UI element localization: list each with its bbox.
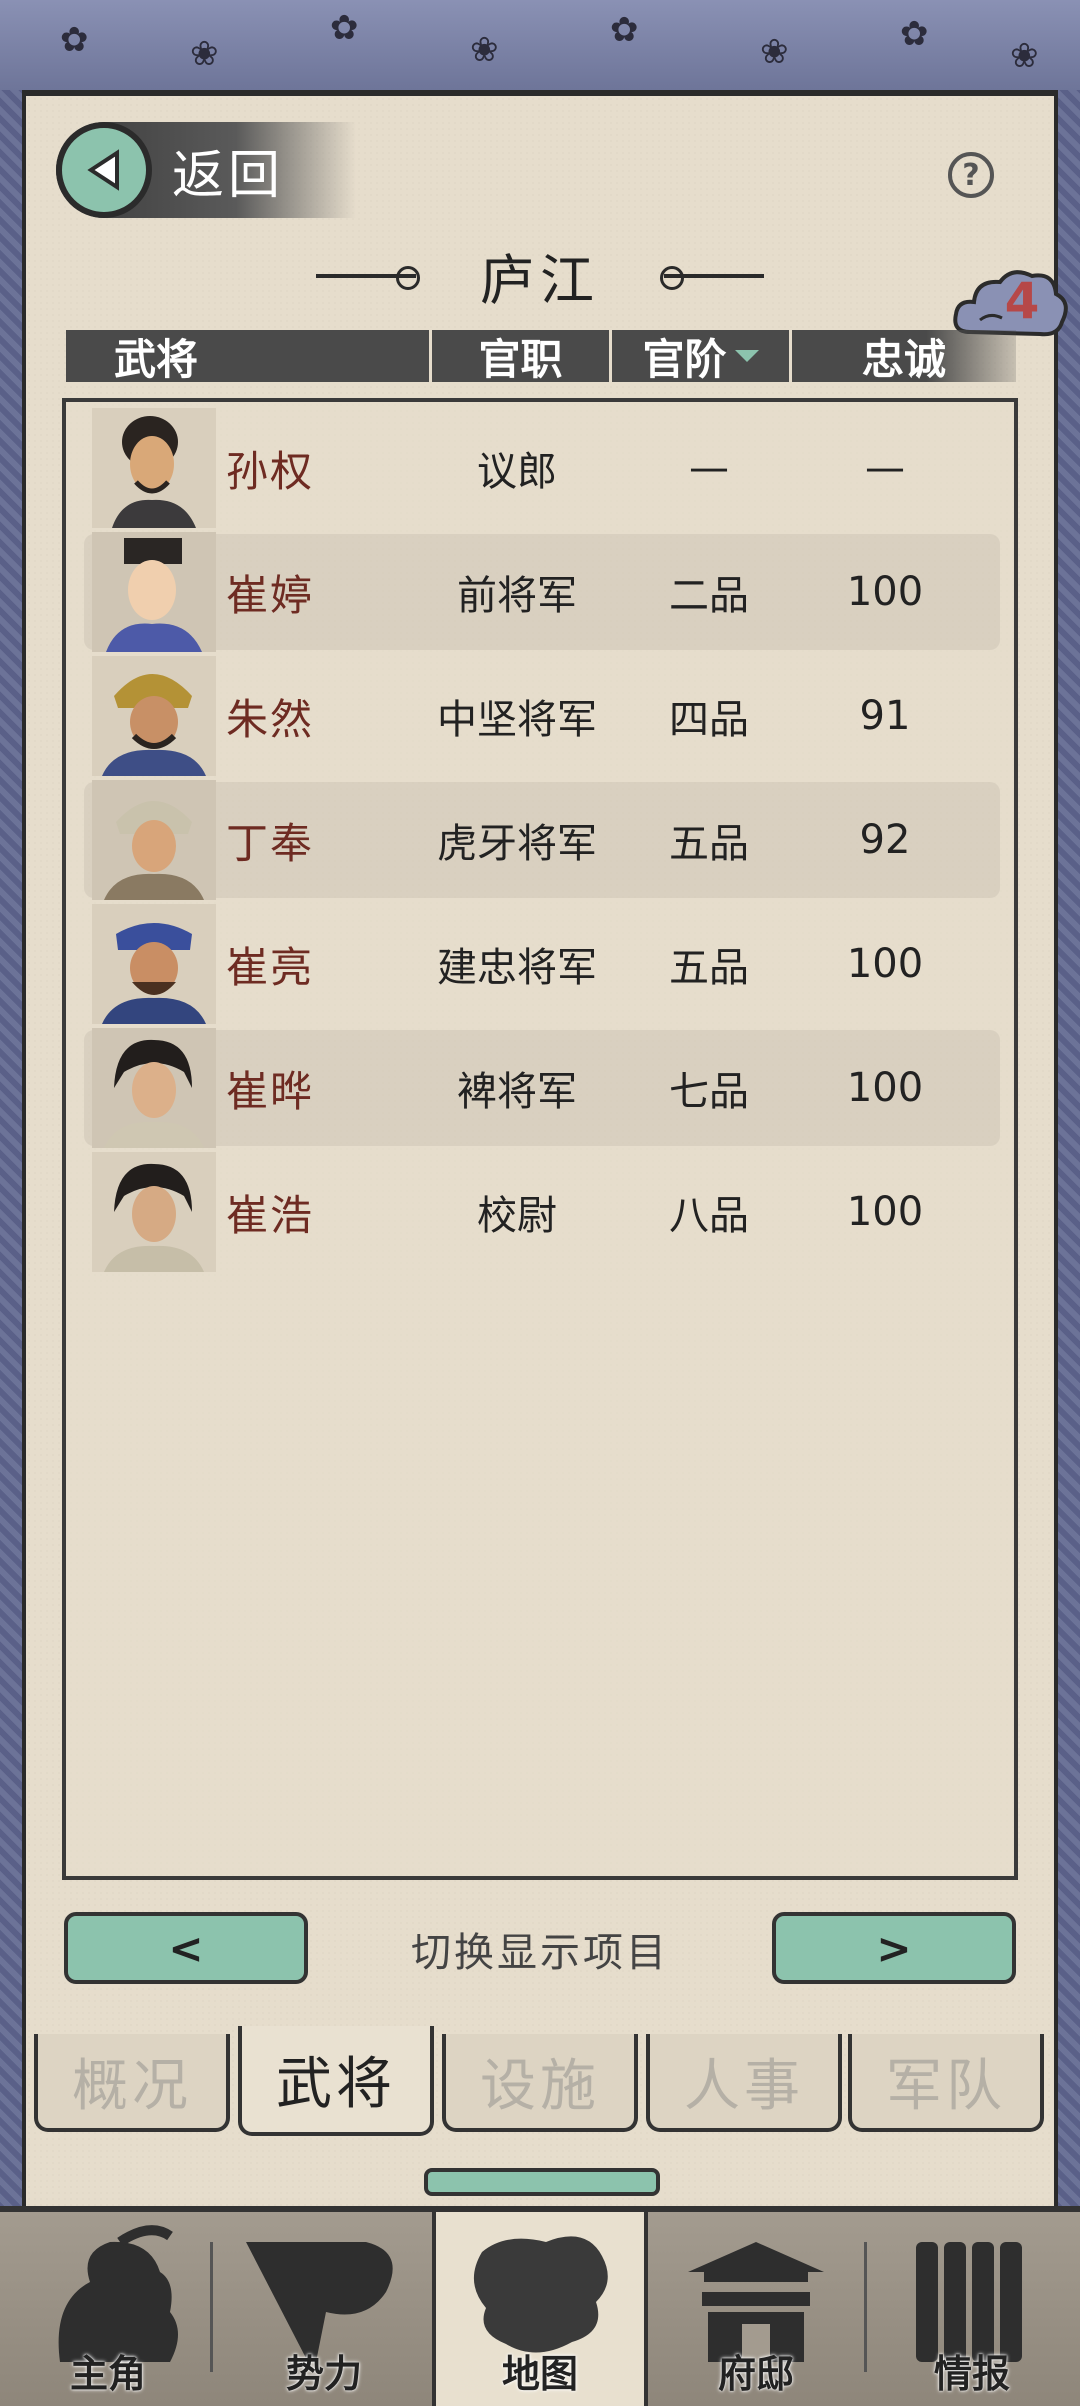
general-rank: 五品 [669,945,749,991]
next-columns-button[interactable]: > [772,1912,1016,1984]
column-rank-label: 官阶 [642,334,727,384]
column-loyalty-label: 忠诚 [861,334,946,384]
general-rank: 七品 [669,1069,749,1115]
bottom-navigation: 主角 势力 地图 府邸 情报 [0,2206,1080,2406]
general-loyalty: 100 [846,941,924,987]
portrait-avatar [92,408,216,528]
general-name: 崔浩 [226,1190,315,1240]
general-rank: 八品 [669,1193,749,1239]
flower-ornament-icon: ✿ [330,8,359,48]
general-office: 虎牙将军 [437,821,597,867]
column-header: 武将 官职 官阶 忠诚 [66,330,1016,384]
general-name: 崔婷 [226,570,315,620]
nav-faction[interactable]: 势力 [216,2212,432,2406]
general-name: 朱然 [226,694,315,744]
column-loyalty[interactable]: 忠诚 [792,330,1016,384]
table-row[interactable]: 崔晔 裨将军 七品 100 [84,1028,1000,1148]
general-name: 孙权 [226,446,315,496]
sort-descending-icon [734,350,759,362]
flower-ornament-icon: ❀ [1010,36,1039,76]
general-loyalty: 100 [846,1065,924,1111]
general-loyalty: 91 [859,693,911,739]
right-frame [1054,90,1080,2210]
general-office: 中坚将军 [437,697,597,743]
nav-intel[interactable]: 情报 [864,2212,1080,2406]
tab-personnel[interactable]: 人事 [646,2034,842,2132]
general-office: 裨将军 [457,1069,577,1115]
general-office: 议郎 [477,449,557,495]
column-general[interactable]: 武将 [66,330,432,384]
flower-ornament-icon: ❀ [760,32,789,72]
table-row[interactable]: 孙权 议郎 — — [84,408,1000,528]
flower-ornament-icon: ❀ [190,34,219,74]
back-label: 返回 [172,145,285,206]
tab-army[interactable]: 军队 [848,2034,1044,2132]
general-loyalty: — [865,445,905,491]
table-row[interactable]: 崔婷 前将军 二品 100 [84,532,1000,652]
general-list: 孙权 议郎 — — 崔婷 前将军 二品 100 朱然 中坚将军 四品 91 丁奉… [62,398,1018,1880]
portrait-avatar [92,656,216,776]
flower-ornament-icon: ✿ [60,20,89,60]
nav-mansion-label: 府邸 [717,2352,794,2396]
prev-columns-button[interactable]: < [64,1912,308,1984]
badge-count: 4 [1004,272,1040,330]
portrait-avatar [92,780,216,900]
general-loyalty: 100 [846,569,924,615]
table-row[interactable]: 崔浩 校尉 八品 100 [84,1152,1000,1272]
help-button[interactable]: ? [948,152,994,198]
column-office[interactable]: 官职 [432,330,612,384]
general-office: 前将军 [457,573,577,619]
general-name: 丁奉 [226,818,315,868]
tab-generals[interactable]: 武将 [238,2026,434,2136]
title-block: 庐江 [310,236,770,316]
general-rank: 五品 [669,821,749,867]
nav-map[interactable]: 地图 [432,2212,648,2406]
switch-display-label: 切换显示项目 [411,1930,669,1976]
flower-ornament-icon: ❀ [470,30,499,70]
title-ornament-right-icon [660,266,764,290]
general-office: 校尉 [477,1193,557,1239]
back-arrow-icon [56,122,152,218]
back-button[interactable]: 返回 [56,122,356,218]
column-general-label: 武将 [114,334,199,384]
tab-overview[interactable]: 概况 [34,2034,230,2132]
nav-faction-label: 势力 [285,2352,362,2396]
portrait-avatar [92,1028,216,1148]
general-rank: 二品 [669,573,749,619]
nav-mansion[interactable]: 府邸 [648,2212,864,2406]
portrait-avatar [92,532,216,652]
general-office: 建忠将军 [437,945,597,991]
general-name: 崔晔 [226,1066,315,1116]
table-row[interactable]: 朱然 中坚将军 四品 91 [84,656,1000,776]
portrait-avatar [92,904,216,1024]
flower-ornament-icon: ✿ [900,14,929,54]
general-rank: 四品 [669,697,749,743]
portrait-avatar [92,1152,216,1272]
nav-divider [210,2242,213,2372]
general-rank: — [689,445,729,491]
section-tabs: 概况 武将 设施 人事 军队 [30,2026,1050,2136]
nav-intel-label: 情报 [933,2352,1010,2396]
table-row[interactable]: 崔亮 建忠将军 五品 100 [84,904,1000,1024]
column-office-label: 官职 [478,334,563,384]
tab-facilities[interactable]: 设施 [442,2034,638,2132]
active-nav-scroll-ornament [424,2168,660,2196]
column-rank[interactable]: 官阶 [612,330,792,384]
nav-protagonist[interactable]: 主角 [0,2212,216,2406]
top-decoration: ✿ ❀ ✿ ❀ ✿ ❀ ✿ ❀ [0,0,1080,96]
general-loyalty: 100 [846,1189,924,1235]
table-row[interactable]: 丁奉 虎牙将军 五品 92 [84,780,1000,900]
left-frame [0,90,26,2210]
nav-protagonist-label: 主角 [69,2352,146,2396]
general-name: 崔亮 [226,942,315,992]
general-loyalty: 92 [859,817,911,863]
nav-map-label: 地图 [501,2352,578,2396]
flower-ornament-icon: ✿ [610,10,639,50]
